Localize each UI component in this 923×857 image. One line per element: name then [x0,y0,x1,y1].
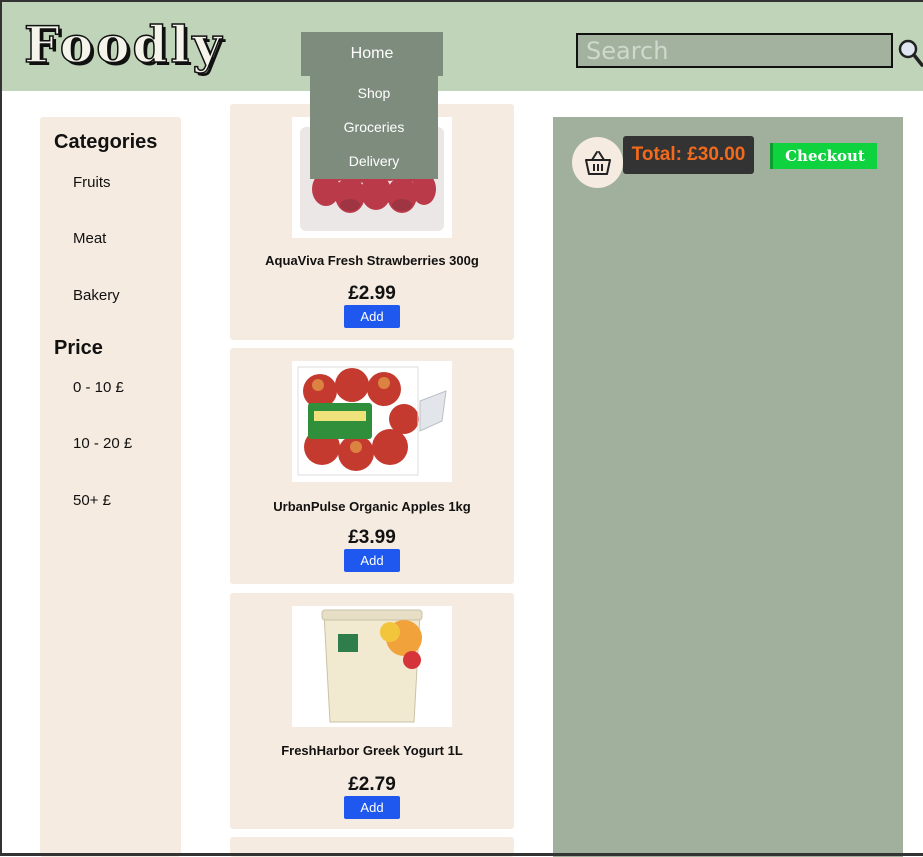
search-icon[interactable] [897,38,923,68]
nav-menu-item-delivery[interactable]: Delivery [310,144,438,178]
nav-home-button[interactable]: Home [301,32,443,76]
nav-menu-item-shop[interactable]: Shop [310,76,438,110]
basket-icon[interactable] [572,137,623,188]
price-filter-0-10[interactable]: 0 - 10 £ [73,379,124,396]
category-fruits[interactable]: Fruits [73,174,111,191]
add-to-cart-button[interactable]: Add [344,305,400,328]
cart-panel: Total: £30.00 Checkout [553,117,903,857]
window-border-left [0,0,2,856]
category-bakery[interactable]: Bakery [73,287,120,304]
add-to-cart-button[interactable]: Add [344,549,400,572]
product-image-yogurt[interactable] [292,606,452,727]
cart-total: Total: £30.00 [623,136,754,174]
logo[interactable]: Foodly [23,19,224,71]
product-name: AquaViva Fresh Strawberries 300g [265,253,479,268]
price-filter-10-20[interactable]: 10 - 20 £ [73,435,132,452]
product-list: AquaViva Fresh Strawberries 300g £2.99 A… [230,104,514,857]
price-filter-50-plus[interactable]: 50+ £ [73,492,111,509]
price-heading: Price [54,337,103,359]
product-price: £2.79 [348,774,396,795]
product-price: £2.99 [348,283,396,304]
product-card: UrbanPulse Organic Apples 1kg £3.99 Add [230,348,514,584]
search-input[interactable] [578,36,891,65]
resize-handle-icon[interactable] [905,836,919,850]
categories-heading: Categories [54,131,158,153]
nav-menu-item-groceries[interactable]: Groceries [310,110,438,144]
product-name: UrbanPulse Organic Apples 1kg [273,499,471,514]
checkout-button[interactable]: Checkout [770,143,877,169]
product-card: FreshHarbor Greek Yogurt 1L £2.79 Add [230,593,514,829]
category-meat[interactable]: Meat [73,230,106,247]
product-image-apples[interactable] [292,361,452,482]
sidebar: Categories Fruits Meat Bakery Price 0 - … [40,117,181,857]
product-name: FreshHarbor Greek Yogurt 1L [281,743,463,758]
nav-dropdown-menu: Shop Groceries Delivery [310,76,438,179]
add-to-cart-button[interactable]: Add [344,796,400,819]
search-box [576,33,893,68]
product-price: £3.99 [348,527,396,548]
